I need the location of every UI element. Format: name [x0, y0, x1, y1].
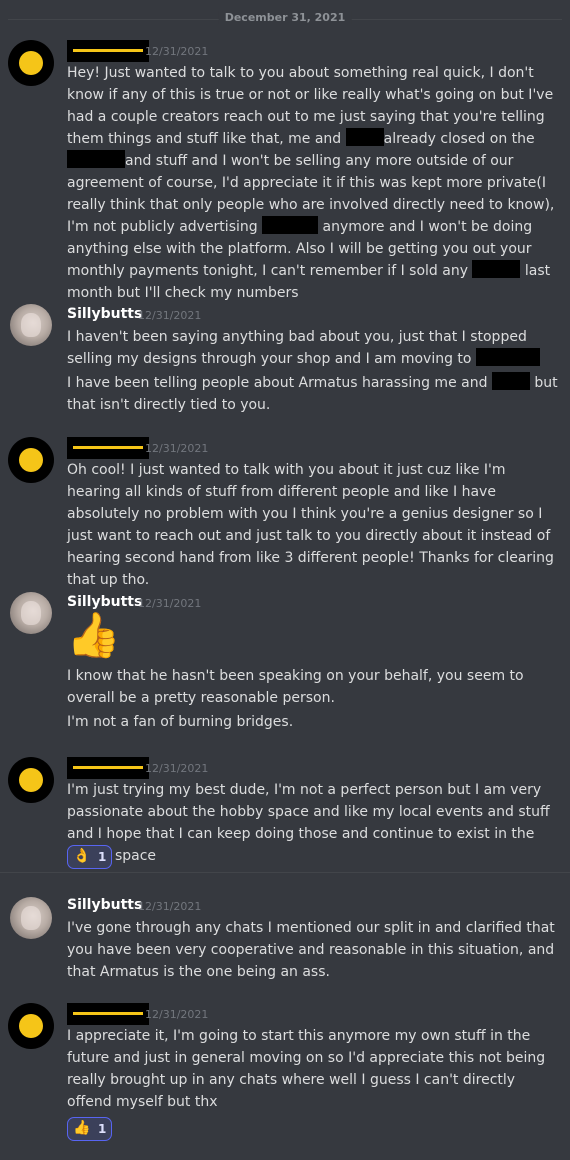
avatar[interactable]	[8, 437, 54, 483]
avatar[interactable]	[8, 1003, 54, 1049]
redaction	[475, 348, 540, 366]
avatar[interactable]	[10, 592, 52, 634]
message-text: I haven't been saying anything bad about…	[67, 329, 527, 367]
redacted-username[interactable]	[67, 1003, 149, 1025]
avatar-dot	[19, 768, 43, 792]
avatar-dot	[19, 51, 43, 75]
message-text: I have been telling people about Armatus…	[67, 375, 488, 391]
message[interactable]: 12/31/2021 Oh cool! I just wanted to tal…	[0, 437, 570, 588]
redaction	[345, 128, 384, 146]
timestamp[interactable]: 12/31/2021	[145, 762, 208, 775]
message-content: Hey! Just wanted to talk to you about so…	[67, 62, 563, 304]
reaction-ok-hand[interactable]: 👌 1	[67, 845, 112, 869]
avatar[interactable]	[10, 897, 52, 939]
message-content: I haven't been saying anything bad about…	[67, 326, 563, 416]
message-text: I've gone through any chats I mentioned …	[67, 920, 555, 980]
avatar[interactable]	[8, 757, 54, 803]
redaction	[472, 260, 521, 278]
username[interactable]: Sillybutts	[67, 594, 142, 610]
redaction	[67, 150, 125, 168]
timestamp[interactable]: 12/31/2021	[138, 309, 201, 322]
reaction-count: 1	[98, 1122, 107, 1136]
ok-hand-icon: 👌	[73, 848, 91, 864]
username[interactable]: Sillybutts	[67, 306, 142, 322]
message-text: I appreciate it, I'm going to start this…	[67, 1028, 546, 1110]
message[interactable]: 12/31/2021 Hey! Just wanted to talk to y…	[0, 40, 570, 301]
redacted-username[interactable]	[67, 437, 149, 459]
message[interactable]: Sillybutts 12/31/2021 I haven't been say…	[0, 304, 570, 419]
redacted-username[interactable]	[67, 757, 149, 779]
timestamp[interactable]: 12/31/2021	[138, 900, 201, 913]
timestamp[interactable]: 12/31/2021	[145, 45, 208, 58]
message-content: I know that he hasn't been speaking on y…	[67, 665, 563, 733]
message-content: I'm just trying my best dude, I'm not a …	[67, 779, 563, 867]
redacted-username[interactable]	[67, 40, 149, 62]
message-content: I've gone through any chats I mentioned …	[67, 917, 563, 983]
username[interactable]: Sillybutts	[67, 897, 142, 913]
message[interactable]: 12/31/2021 I'm just trying my best dude,…	[0, 757, 570, 869]
timestamp[interactable]: 12/31/2021	[145, 1008, 208, 1021]
reaction-thumbs-up[interactable]: 👍 1	[67, 1117, 112, 1141]
thumbs-up-icon: 👍	[73, 1120, 91, 1136]
avatar[interactable]	[10, 304, 52, 346]
message[interactable]: Sillybutts 12/31/2021 👍 I know that he h…	[0, 592, 570, 737]
reaction-count: 1	[98, 850, 107, 864]
message-text: I'm just trying my best dude, I'm not a …	[67, 782, 550, 864]
message-text: already closed on the	[383, 131, 535, 147]
message-content: I appreciate it, I'm going to start this…	[67, 1025, 563, 1113]
thumbs-up-icon: 👍	[66, 610, 121, 661]
timestamp[interactable]: 12/31/2021	[138, 597, 201, 610]
divider-line	[0, 872, 570, 873]
message[interactable]: Sillybutts 12/31/2021 I've gone through …	[0, 895, 570, 985]
message-content: Oh cool! I just wanted to talk with you …	[67, 459, 563, 591]
timestamp[interactable]: 12/31/2021	[145, 442, 208, 455]
message-text: Oh cool! I just wanted to talk with you …	[67, 462, 554, 588]
message-text: I know that he hasn't been speaking on y…	[67, 668, 524, 706]
avatar-dot	[19, 448, 43, 472]
message[interactable]: 12/31/2021 I appreciate it, I'm going to…	[0, 1003, 570, 1148]
date-divider-text: December 31, 2021	[218, 11, 352, 24]
avatar-dot	[19, 1014, 43, 1038]
redaction	[262, 216, 319, 234]
message-text: I'm not a fan of burning bridges.	[67, 714, 294, 730]
date-divider: December 31, 2021	[0, 0, 570, 38]
avatar[interactable]	[8, 40, 54, 86]
redaction	[491, 372, 530, 390]
